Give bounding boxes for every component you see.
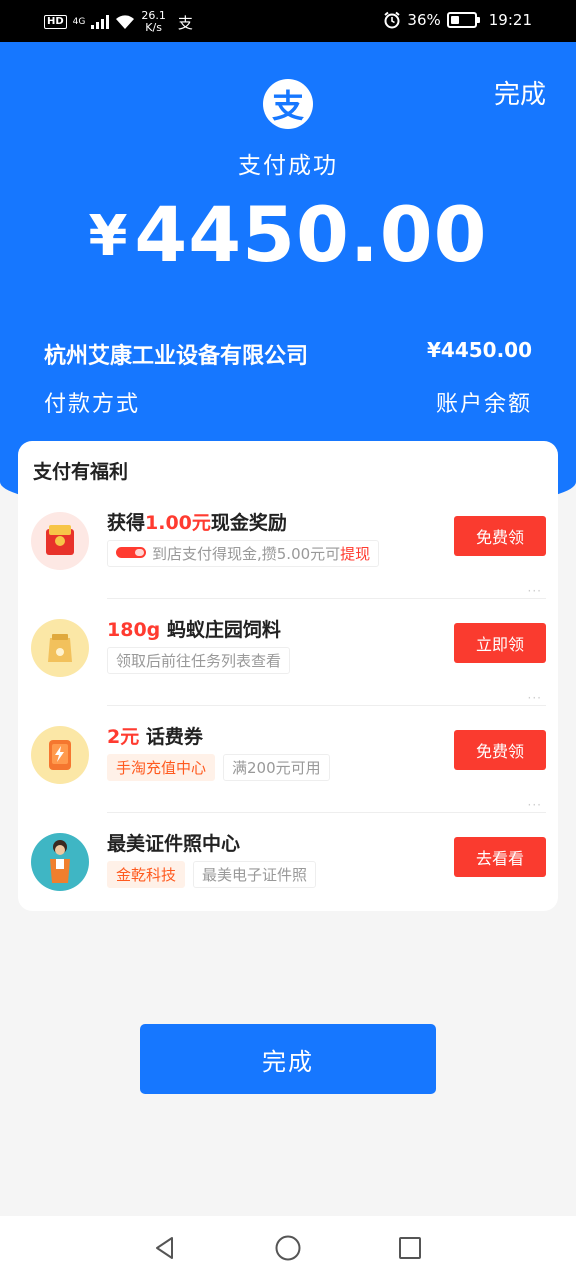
signal-icon bbox=[91, 15, 110, 29]
payment-method-label: 付款方式 bbox=[44, 392, 141, 417]
speed-unit: K/s bbox=[145, 21, 162, 34]
benefit-item-phone-coupon[interactable]: 2元 话费券 手淘充值中心 满200元可用 免费领 ··· bbox=[18, 706, 558, 813]
network-speed: 26.1 K/s bbox=[141, 10, 166, 34]
benefit-title: 2元 话费券 bbox=[107, 722, 203, 749]
system-nav-bar bbox=[0, 1216, 576, 1280]
done-button-top[interactable]: 完成 bbox=[494, 74, 546, 111]
status-bar: HD 4G 26.1 K/s 支 36% 19:21 bbox=[0, 0, 576, 42]
phone-charge-icon bbox=[31, 726, 89, 784]
battery-percent: 36% bbox=[407, 11, 441, 29]
more-options-icon[interactable]: ··· bbox=[528, 798, 542, 812]
claim-now-button[interactable]: 立即领 bbox=[454, 623, 546, 663]
benefits-title: 支付有福利 bbox=[33, 461, 129, 483]
benefit-tag: 领取后前往任务列表查看 bbox=[107, 647, 291, 674]
currency-symbol: ¥ bbox=[88, 204, 129, 269]
alipay-status-icon: 支 bbox=[177, 13, 193, 32]
feed-bag-icon bbox=[31, 619, 89, 677]
benefit-tag-source: 手淘充值中心 bbox=[107, 754, 216, 781]
hd-indicator: HD bbox=[44, 15, 67, 29]
merchant-amount: ¥4450.00 bbox=[426, 338, 532, 362]
alipay-logo-icon: 支 bbox=[263, 79, 313, 129]
benefit-item-feed[interactable]: 180g 蚂蚁庄园饲料 领取后前往任务列表查看 立即领 ··· bbox=[18, 599, 558, 706]
benefit-title: 最美证件照中心 bbox=[107, 833, 241, 855]
benefit-item-id-photo[interactable]: 最美证件照中心 金乾科技 最美电子证件照 去看看 bbox=[18, 813, 558, 920]
claim-free-button[interactable]: 免费领 bbox=[454, 516, 546, 556]
battery-icon bbox=[446, 12, 480, 28]
recents-square-icon[interactable] bbox=[395, 1233, 425, 1263]
person-photo-icon bbox=[31, 833, 89, 891]
done-button-bottom[interactable]: 完成 bbox=[140, 1024, 436, 1094]
clock: 19:21 bbox=[488, 11, 532, 29]
network-type: 4G bbox=[72, 16, 86, 27]
home-circle-icon[interactable] bbox=[273, 1233, 303, 1263]
benefit-tag-condition: 满200元可用 bbox=[223, 754, 330, 781]
benefit-title-prefix: 获得 bbox=[107, 512, 146, 534]
go-see-button[interactable]: 去看看 bbox=[454, 837, 546, 877]
benefit-title-suffix: 话费券 bbox=[139, 726, 203, 748]
benefit-item-cash-reward[interactable]: 获得1.00元现金奖励 到店支付得现金,攒5.00元可提现 免费领 ··· bbox=[18, 492, 558, 599]
benefit-highlight: 180g bbox=[107, 619, 161, 641]
merchant-name: 杭州艾康工业设备有限公司 bbox=[44, 344, 309, 369]
back-triangle-icon[interactable] bbox=[150, 1233, 180, 1263]
alarm-icon bbox=[384, 11, 401, 29]
benefit-title-suffix: 现金奖励 bbox=[210, 512, 287, 534]
claim-free-button[interactable]: 免费领 bbox=[454, 730, 546, 770]
more-options-icon[interactable]: ··· bbox=[528, 584, 542, 598]
toggle-pill-icon bbox=[116, 547, 146, 558]
benefits-card: 支付有福利 获得1.00元现金奖励 到店支付得现金,攒5.00元可提现 免费领 … bbox=[18, 441, 558, 911]
benefit-tag: 到店支付得现金,攒5.00元可提现 bbox=[107, 540, 380, 567]
tag-text: 到店支付得现金,攒5.00元可 bbox=[152, 545, 341, 563]
benefit-highlight: 1.00元 bbox=[145, 512, 211, 534]
benefit-highlight: 2元 bbox=[107, 726, 140, 748]
withdraw-link[interactable]: 提现 bbox=[340, 545, 370, 563]
amount-value: 4450.00 bbox=[134, 190, 488, 279]
payment-method-row: 付款方式 账户余额 bbox=[44, 386, 532, 418]
merchant-row: 杭州艾康工业设备有限公司 ¥4450.00 bbox=[44, 338, 532, 370]
benefit-title: 获得1.00元现金奖励 bbox=[107, 508, 287, 535]
payment-amount: ¥4450.00 bbox=[0, 190, 576, 279]
wifi-icon bbox=[116, 15, 135, 29]
benefit-title: 180g 蚂蚁庄园饲料 bbox=[107, 615, 281, 642]
benefit-tag-condition: 最美电子证件照 bbox=[193, 861, 317, 888]
red-envelope-icon bbox=[31, 512, 89, 570]
benefit-tag-source: 金乾科技 bbox=[107, 861, 186, 888]
payment-success-title: 支付成功 bbox=[238, 153, 338, 179]
benefit-title-suffix: 蚂蚁庄园饲料 bbox=[160, 619, 281, 641]
payment-method-value: 账户余额 bbox=[435, 392, 532, 417]
more-options-icon[interactable]: ··· bbox=[528, 691, 542, 705]
